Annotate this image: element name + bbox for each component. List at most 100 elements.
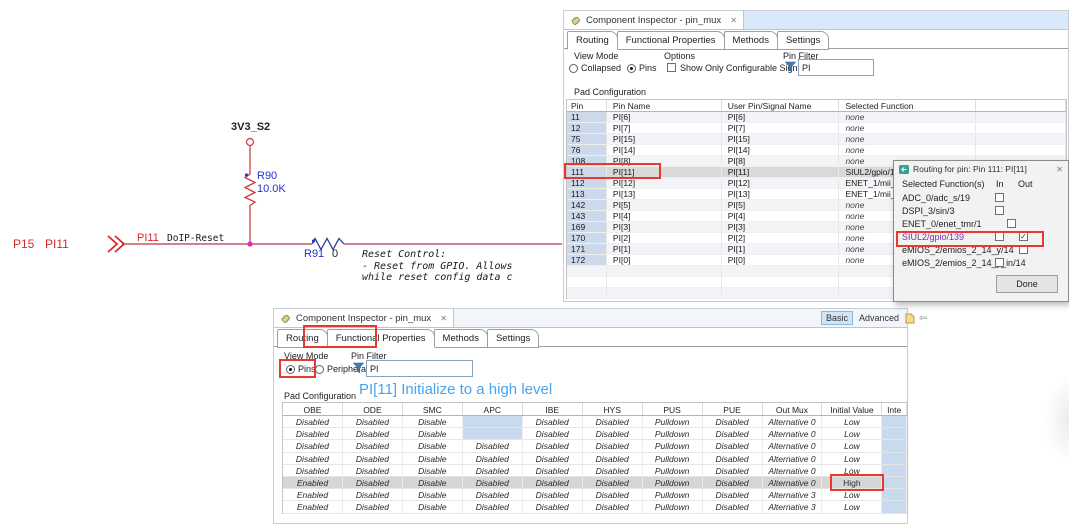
pad-cell[interactable]: Alternative 0: [763, 465, 823, 476]
pin-filter-input[interactable]: [366, 360, 473, 377]
pad-cell[interactable]: Enabled: [283, 477, 343, 488]
pad-cell[interactable]: Alternative 0: [763, 453, 823, 464]
pad-cell[interactable]: Disabled: [283, 440, 343, 451]
routing-function-row[interactable]: ENET_0/enet_tmr/1: [894, 218, 1068, 231]
checkbox-box[interactable]: [667, 63, 676, 72]
pad-cell[interactable]: [463, 416, 523, 427]
interrupt-cell[interactable]: [882, 416, 907, 427]
pad-cell[interactable]: Low: [822, 489, 882, 500]
pad-cell[interactable]: Disable: [403, 489, 463, 500]
routing-function-row[interactable]: eMIOS_2/emios_2_14_y/14: [894, 244, 1068, 257]
in-checkbox[interactable]: [995, 258, 1004, 267]
pad-config-row[interactable]: EnabledDisabledDisableDisabledDisabledDi…: [283, 477, 907, 489]
pad-cell[interactable]: Disable: [403, 465, 463, 476]
pin-row[interactable]: 75PI[15]PI[15]none: [567, 134, 1066, 145]
done-button[interactable]: Done: [996, 275, 1058, 293]
pad-cell[interactable]: Disabled: [463, 489, 523, 500]
collapsed-radio[interactable]: Collapsed: [569, 63, 621, 73]
pad-cell[interactable]: Disabled: [523, 501, 583, 512]
tab-settings[interactable]: Settings: [777, 31, 829, 50]
tab-methods[interactable]: Methods: [434, 329, 488, 348]
pad-config-row[interactable]: DisabledDisabledDisableDisabledDisabledD…: [283, 440, 907, 452]
pad-cell[interactable]: Disabled: [343, 465, 403, 476]
pad-cell[interactable]: Disabled: [283, 416, 343, 427]
pad-cell[interactable]: Disabled: [283, 465, 343, 476]
out-checkbox[interactable]: ✓: [1019, 232, 1028, 241]
pin-filter-input[interactable]: [798, 59, 874, 76]
pad-cell[interactable]: Disabled: [343, 416, 403, 427]
pad-cell[interactable]: Disabled: [523, 477, 583, 488]
pad-cell[interactable]: Disable: [403, 453, 463, 464]
pad-cell[interactable]: Disabled: [463, 453, 523, 464]
pad-cell[interactable]: Disabled: [343, 501, 403, 512]
out-checkbox[interactable]: [1019, 245, 1028, 254]
pad-cell[interactable]: Alternative 0: [763, 428, 823, 439]
routing-function-row[interactable]: eMIOS_2/emios_2_14_y_in/14: [894, 257, 1068, 270]
tab-routing[interactable]: Routing: [277, 329, 328, 348]
pins-radio-dot[interactable]: [627, 64, 636, 73]
interrupt-cell[interactable]: [882, 489, 907, 500]
pad-cell[interactable]: Disabled: [463, 465, 523, 476]
pad-cell[interactable]: Alternative 0: [763, 440, 823, 451]
pad-cell[interactable]: Disabled: [583, 477, 643, 488]
peripheral-radio-dot[interactable]: [315, 365, 324, 374]
pad-cell[interactable]: Pulldown: [643, 465, 703, 476]
pad-cell[interactable]: Low: [822, 416, 882, 427]
basic-mode-button[interactable]: Basic: [821, 311, 853, 325]
pad-cell[interactable]: Disabled: [523, 489, 583, 500]
pad-cell[interactable]: Disabled: [583, 501, 643, 512]
pad-cell[interactable]: Disabled: [703, 440, 763, 451]
close-view-icon[interactable]: ✕: [440, 314, 447, 323]
pad-cell[interactable]: [463, 428, 523, 439]
pad-cell[interactable]: Alternative 0: [763, 477, 823, 488]
pad-cell[interactable]: Disabled: [523, 453, 583, 464]
pad-cell[interactable]: Disabled: [703, 428, 763, 439]
document-icon[interactable]: [905, 313, 915, 324]
in-checkbox[interactable]: [995, 232, 1004, 241]
pad-cell[interactable]: Disabled: [463, 440, 523, 451]
pin-row[interactable]: 76PI[14]PI[14]none: [567, 145, 1066, 156]
tab-methods[interactable]: Methods: [724, 31, 778, 50]
pad-cell[interactable]: Disable: [403, 440, 463, 451]
pad-cell[interactable]: Disabled: [523, 465, 583, 476]
pin-row[interactable]: 11PI[6]PI[6]none: [567, 112, 1066, 123]
pad-cell[interactable]: Low: [822, 465, 882, 476]
pad-cell[interactable]: Disabled: [343, 440, 403, 451]
pad-cell[interactable]: Disabled: [283, 453, 343, 464]
pad-cell[interactable]: Disabled: [343, 453, 403, 464]
pad-cell[interactable]: Pulldown: [643, 477, 703, 488]
pad-config-row[interactable]: DisabledDisabledDisableDisabledDisabledP…: [283, 416, 907, 428]
pad-cell[interactable]: Enabled: [283, 489, 343, 500]
pad-cell[interactable]: Disabled: [703, 416, 763, 427]
pad-cell[interactable]: Disable: [403, 428, 463, 439]
pad-cell[interactable]: Disabled: [583, 465, 643, 476]
pad-config-row[interactable]: EnabledDisabledDisableDisabledDisabledDi…: [283, 501, 907, 513]
tab-functional-properties[interactable]: Functional Properties: [327, 329, 435, 348]
dialog-close-icon[interactable]: ✕: [1056, 165, 1063, 174]
pad-cell[interactable]: Low: [822, 440, 882, 451]
pad-cell[interactable]: Disabled: [703, 465, 763, 476]
pad-cell[interactable]: Disabled: [283, 428, 343, 439]
pad-cell[interactable]: Pulldown: [643, 416, 703, 427]
in-checkbox[interactable]: [995, 193, 1004, 202]
close-view-icon[interactable]: ✕: [730, 16, 737, 25]
back-arrow-icon[interactable]: ⇦: [919, 313, 927, 324]
pad-cell[interactable]: Disabled: [523, 440, 583, 451]
pad-cell[interactable]: High: [822, 477, 882, 488]
tab-settings[interactable]: Settings: [487, 329, 539, 348]
pad-cell[interactable]: Disabled: [703, 489, 763, 500]
pad-cell[interactable]: Enabled: [283, 501, 343, 512]
interrupt-cell[interactable]: [882, 453, 907, 464]
pad-cell[interactable]: Disabled: [583, 428, 643, 439]
pins-radio-dot[interactable]: [286, 365, 295, 374]
pad-config-row[interactable]: DisabledDisabledDisableDisabledDisabledD…: [283, 465, 907, 477]
pins-radio[interactable]: Pins: [286, 364, 316, 374]
pad-config-row[interactable]: DisabledDisabledDisableDisabledDisabledP…: [283, 428, 907, 440]
interrupt-cell[interactable]: [882, 477, 907, 488]
pad-cell[interactable]: Disabled: [523, 416, 583, 427]
pad-cell[interactable]: Pulldown: [643, 489, 703, 500]
pad-cell[interactable]: Disabled: [583, 416, 643, 427]
routing-function-row[interactable]: ADC_0/adc_s/19: [894, 192, 1068, 205]
interrupt-cell[interactable]: [882, 465, 907, 476]
pad-cell[interactable]: Disabled: [703, 501, 763, 512]
